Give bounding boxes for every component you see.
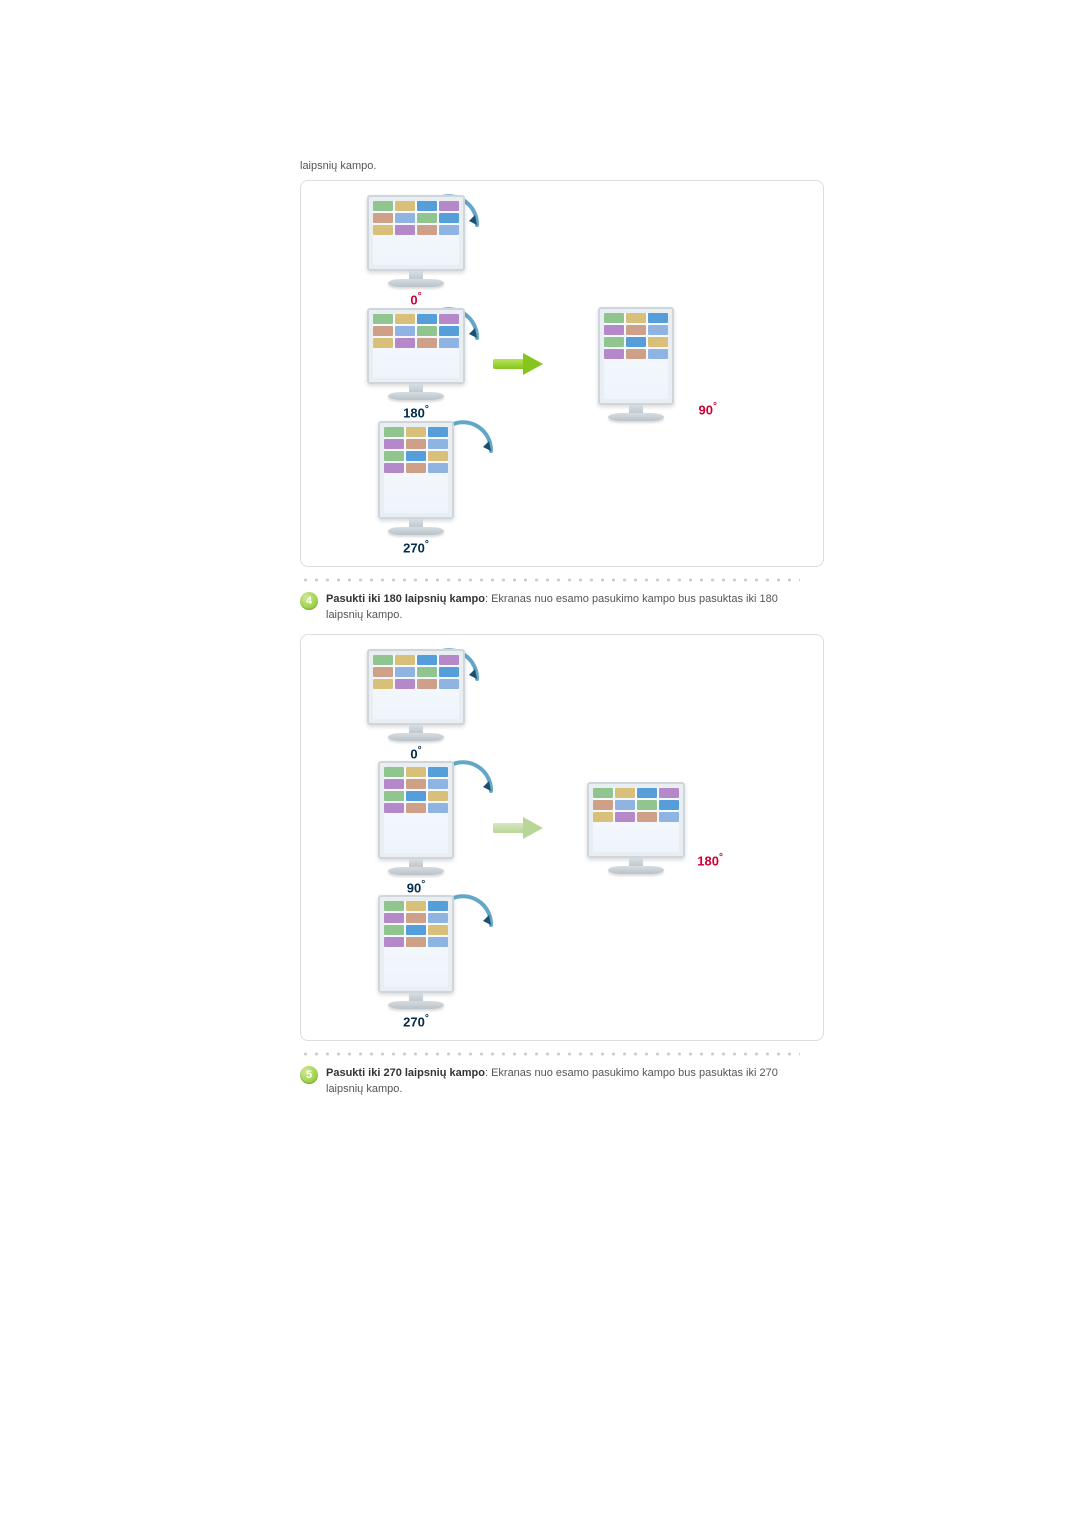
item-title: Pasukti iki 270 laipsnių kampo [326,1067,485,1079]
degree-symbol: ° [418,291,422,302]
angle-value: 0 [410,746,417,761]
arrow-right-icon [493,353,549,375]
degree-symbol: ° [421,879,425,890]
diagram-rotation-90: 0° 180° [300,180,824,567]
monitor-icon [378,421,454,535]
diagram-rotation-180: 0° [300,634,824,1041]
angle-label: 90° [407,879,425,895]
monitor-90deg: 90° [351,761,481,895]
angle-value: 0 [410,292,417,307]
angle-label: 90° [699,401,717,417]
diagram-row: 180° 90° [315,307,809,421]
monitor-270deg: 270° [351,895,481,1029]
list-item-4: 4 Pasukti iki 180 laipsnių kampo: Ekrana… [300,591,810,624]
badge-number: 4 [300,592,318,610]
angle-label: 0° [410,745,421,761]
item-title: Pasukti iki 180 laipsnių kampo [326,593,485,605]
diagram-row: 270° [315,421,809,555]
monitor-icon [598,307,674,421]
arrow-right-icon [493,817,549,839]
separator-dots [300,1051,800,1057]
degree-symbol: ° [719,852,723,863]
arrow-cell [481,817,561,839]
monitor-result-180deg: 180° [561,782,711,874]
diagram-row: 270° [315,895,809,1029]
page: laipsnių kampo. 0° [190,0,890,1228]
monitor-icon [367,195,465,287]
diagram-row: 0° [315,195,809,307]
angle-value: 180 [403,405,425,420]
angle-label: 180° [697,852,723,868]
angle-value: 270 [403,541,425,556]
monitor-icon [378,895,454,1009]
item-text: Pasukti iki 180 laipsnių kampo: Ekranas … [326,591,810,624]
monitor-180deg: 180° [351,308,481,420]
separator-dots [300,577,800,583]
degree-symbol: ° [425,1013,429,1024]
monitor-result-90deg: 90° [561,307,711,421]
angle-value: 270 [403,1015,425,1030]
degree-symbol: ° [713,401,717,412]
monitor-icon [367,649,465,741]
arrow-cell [481,353,561,375]
monitor-icon [367,308,465,400]
angle-label: 180° [403,404,429,420]
degree-symbol: ° [418,745,422,756]
monitor-icon [587,782,685,874]
degree-symbol: ° [425,404,429,415]
angle-value: 180 [697,853,719,868]
angle-value: 90 [699,402,713,417]
list-item-5: 5 Pasukti iki 270 laipsnių kampo: Ekrana… [300,1065,810,1098]
angle-label: 270° [403,539,429,555]
monitor-270deg: 270° [351,421,481,555]
diagram-row: 0° [315,649,809,761]
item-text: Pasukti iki 270 laipsnių kampo: Ekranas … [326,1065,810,1098]
monitor-icon [378,761,454,875]
angle-value: 90 [407,880,421,895]
angle-label: 0° [410,291,421,307]
intro-trailing-text: laipsnių kampo. [300,160,890,172]
diagram-row: 90° 180° [315,761,809,895]
monitor-0deg: 0° [351,195,481,307]
badge-number: 5 [300,1066,318,1084]
angle-label: 270° [403,1013,429,1029]
monitor-0deg: 0° [351,649,481,761]
degree-symbol: ° [425,539,429,550]
